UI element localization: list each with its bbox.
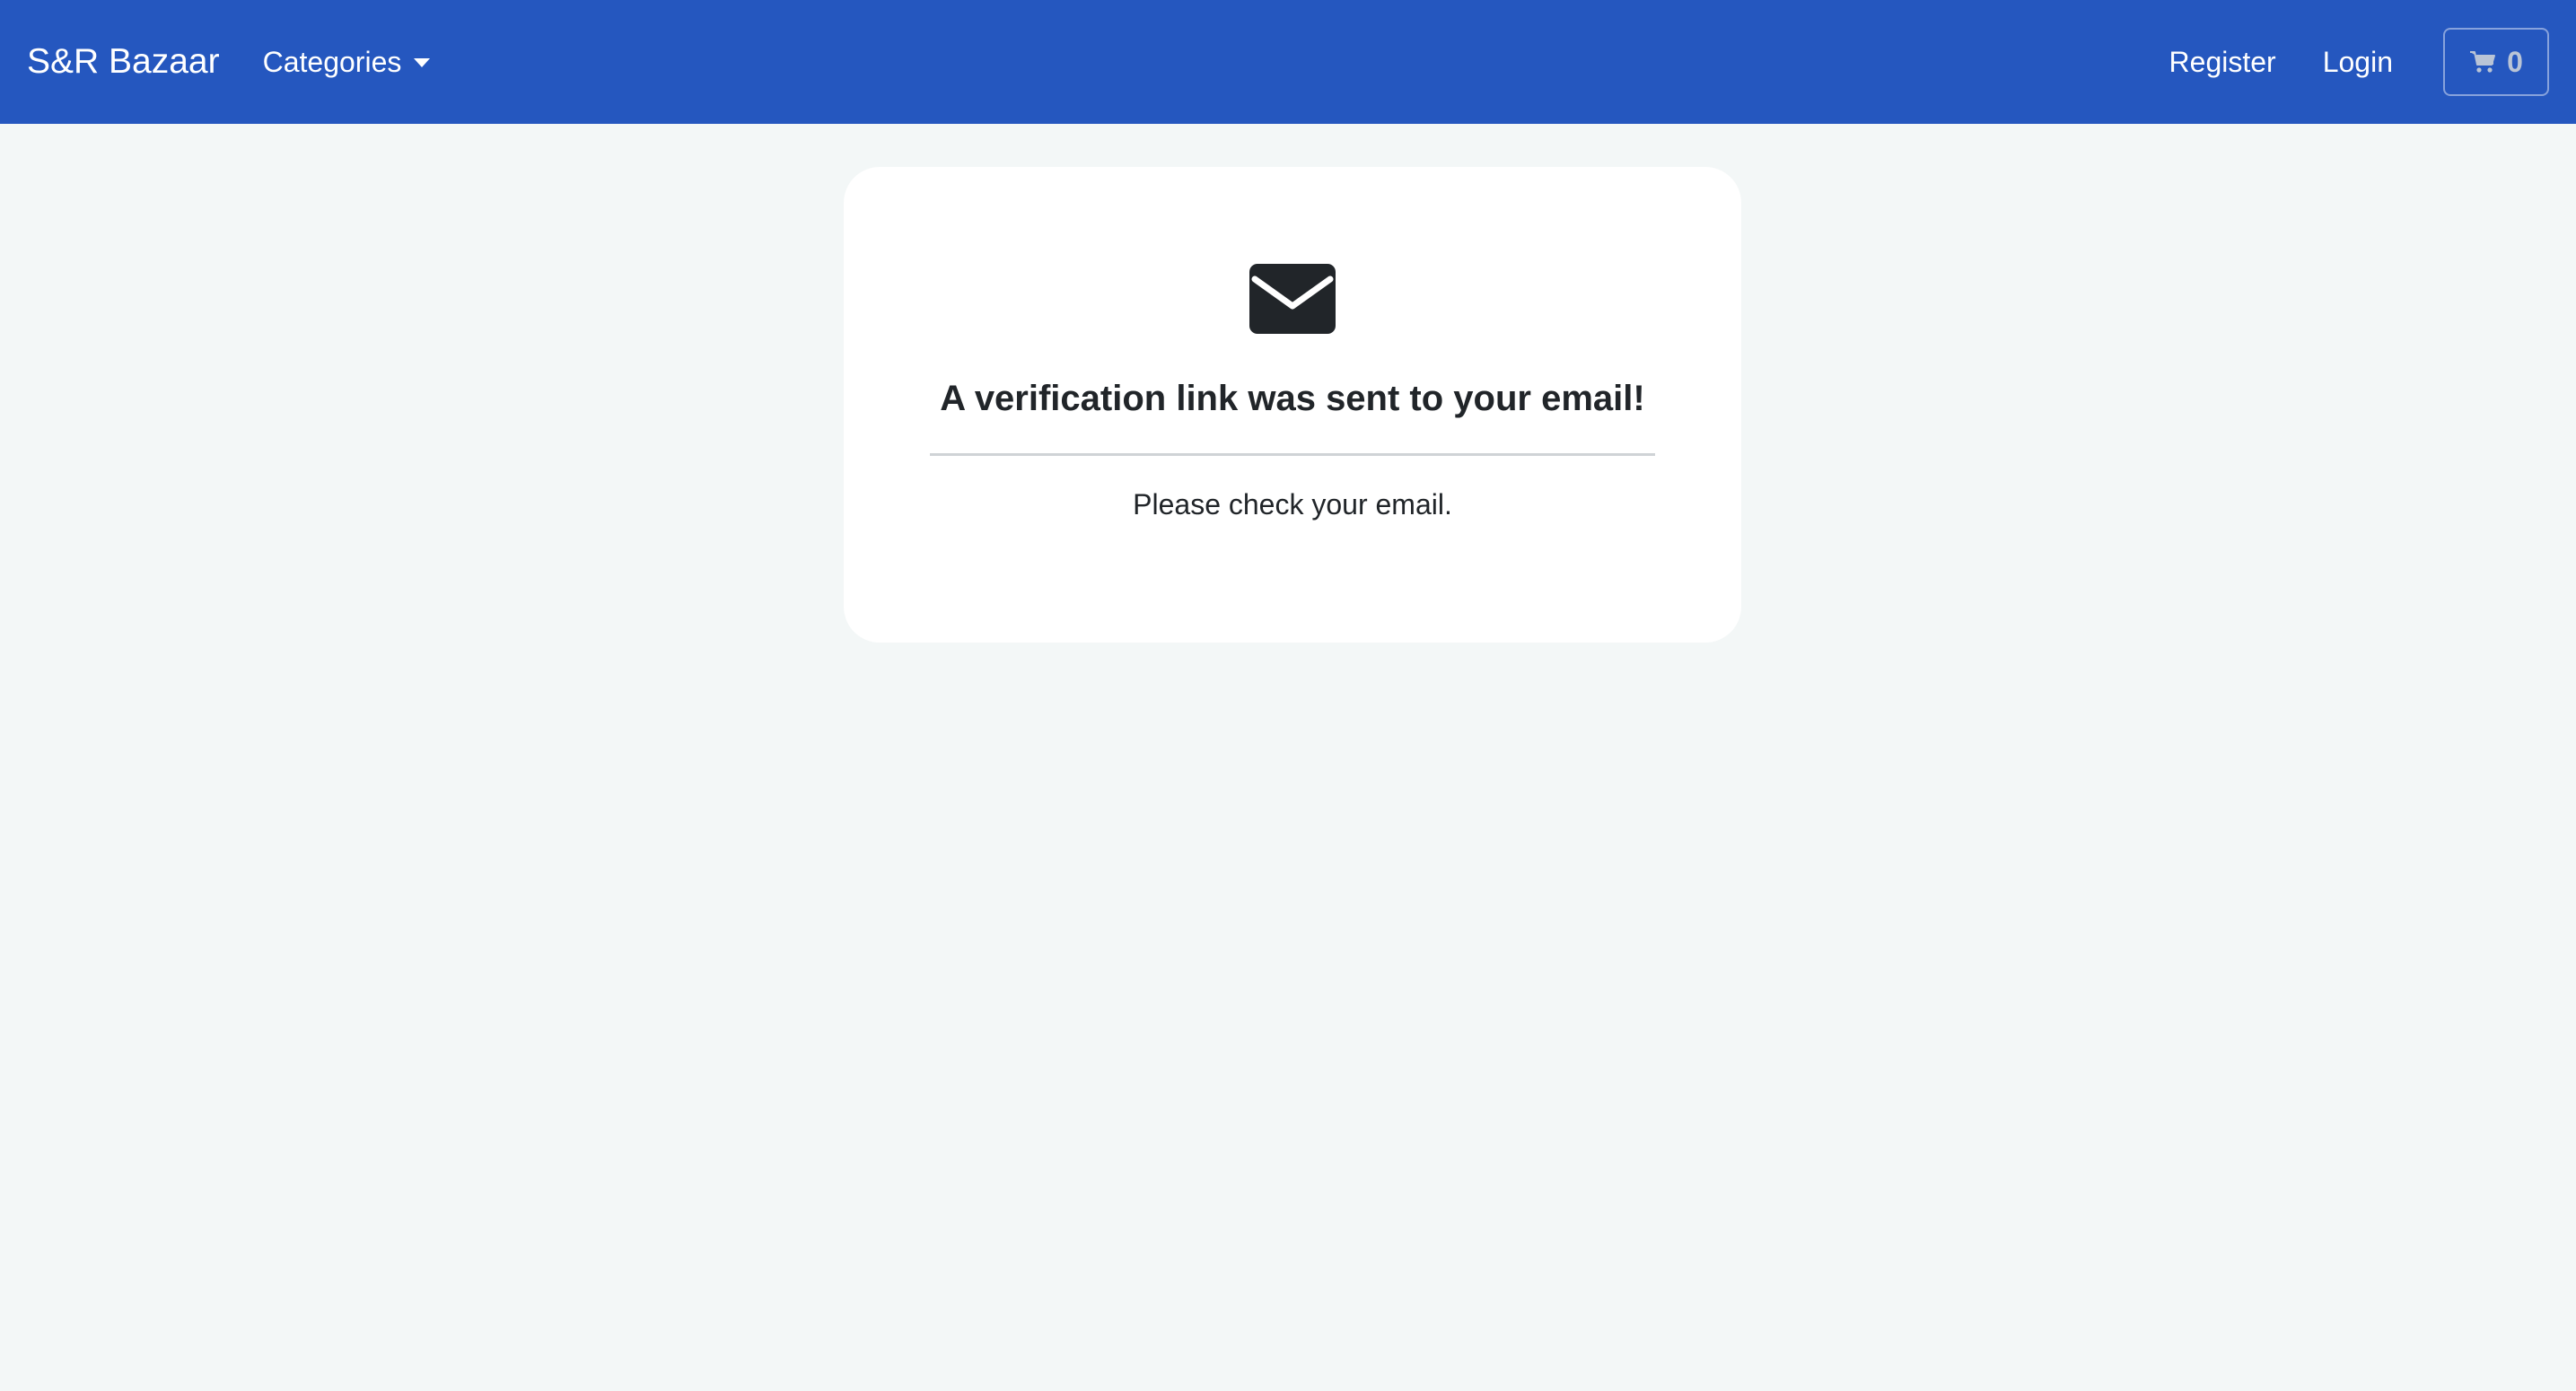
categories-dropdown-label: Categories <box>262 45 402 78</box>
card-divider <box>930 453 1655 456</box>
register-link[interactable]: Register <box>2169 46 2276 79</box>
shopping-cart-icon <box>2470 51 2496 73</box>
top-navbar: S&R Bazaar Categories Register Login 0 <box>0 0 2576 124</box>
cart-button[interactable]: 0 <box>2443 28 2549 96</box>
caret-down-icon <box>414 58 431 67</box>
verification-card: A verification link was sent to your ema… <box>844 167 1741 643</box>
verification-title: A verification link was sent to your ema… <box>940 379 1645 418</box>
nav-right-group: Register Login 0 <box>2123 28 2549 96</box>
cart-count: 0 <box>2507 45 2523 78</box>
login-link[interactable]: Login <box>2323 46 2393 79</box>
brand-logo-link[interactable]: S&R Bazaar <box>27 42 220 82</box>
categories-dropdown[interactable]: Categories <box>263 46 431 79</box>
verification-message: Please check your email. <box>1133 488 1452 521</box>
envelope-icon <box>1249 264 1336 334</box>
